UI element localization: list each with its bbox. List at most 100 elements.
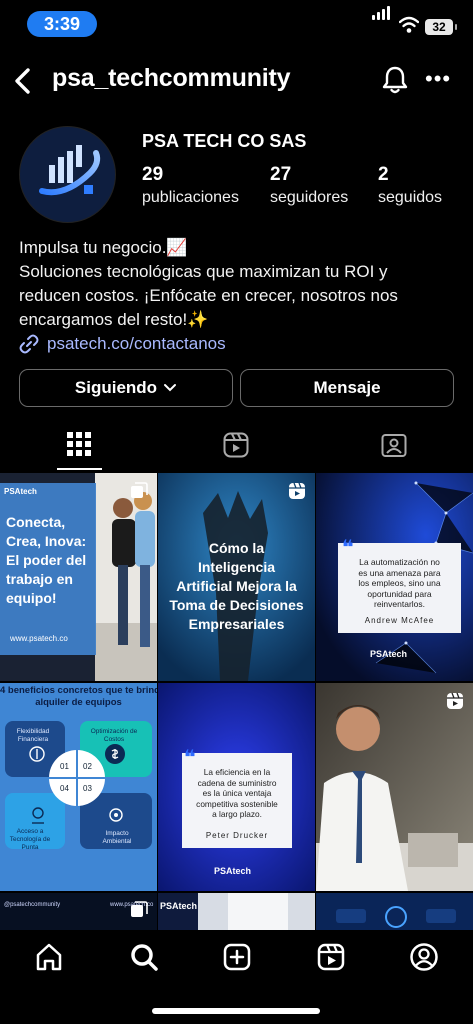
profile-display-name: PSA TECH CO SAS [142,131,307,151]
home-icon[interactable] [34,942,64,972]
active-tab-indicator [57,468,102,470]
search-icon[interactable] [129,942,159,972]
post-tile[interactable]: Cómo la Inteligencia Artificial Mejora l… [158,473,315,681]
benefit-number: 03 [83,784,92,793]
post-line: Crea, Inova: [6,533,87,549]
profile-link[interactable]: psatech.co/contactanos [19,333,226,355]
post-tile[interactable]: ❝ La automatización no es una amenaza pa… [316,473,473,681]
reels-icon[interactable] [316,942,346,972]
quote-line: a largo plazo. [212,809,262,819]
benefit-label: Impacto Ambiental [102,830,132,845]
chevron-down-icon [164,384,177,392]
quote-line: es una amenaza para [358,567,441,578]
quote-line: los empleos, sino una [358,578,441,588]
quote-line: La automatización no [359,557,440,567]
post-photo [316,683,473,891]
post-tile[interactable] [316,893,473,930]
message-button-label: Mensaje [313,378,381,397]
stat-posts-label: publicaciones [142,189,239,206]
post-line: Inteligencia [197,559,276,575]
post-url: www.psatech.co [10,634,68,643]
post-brand: PSAtech [160,901,198,911]
profile-tabs [0,418,473,472]
post-line: Empresariales [188,616,285,632]
stat-posts-count: 29 [142,164,164,185]
stat-following-label: seguidos [378,189,443,206]
link-icon [19,334,39,354]
post-line: Artificial Mejora la [176,578,297,594]
post-line: equipo! [6,590,57,606]
benefit-label: Flexibilidad Financiera [16,728,50,743]
benefit-number: 04 [60,784,69,793]
quote-author: Andrew McAfee [364,616,435,625]
profile-link-text[interactable]: psatech.co/contactanos [47,334,226,354]
money-hand-icon [29,746,45,762]
post-tile[interactable]: ❝ La eficiencia en la cadena de suminist… [158,683,315,891]
profile-icon[interactable] [409,942,439,972]
post-tile[interactable]: PSAtech [158,893,315,930]
post-photo [316,893,473,930]
profile-username: psa_techcommunity [52,64,291,92]
reel-icon [447,692,463,709]
following-button[interactable]: Siguiendo [19,369,233,407]
carousel-icon [131,901,148,917]
post-tile[interactable]: @psatechcommunity www.psatech.co [0,893,157,930]
create-post-icon[interactable] [222,942,252,972]
psa-logo-icon [39,145,101,196]
stat-followers-count: 27 [270,164,292,185]
home-indicator [152,1008,320,1014]
stat-following-count: 2 [378,164,389,185]
benefit-label: Acceso a Tecnología de Punta [9,828,51,851]
bottom-navigation [0,930,473,1024]
post-line: Toma de Decisiones [169,597,304,613]
notifications-bell-icon[interactable] [381,65,409,95]
profile-bio: Impulsa tu negocio.📈 Soluciones tecnológ… [19,236,459,332]
dollar-refresh-icon [105,744,125,764]
quote-line: es la única ventaja [202,788,272,798]
post-line: Conecta, [6,514,66,530]
quote-line: oportunidad para [367,588,432,599]
benefit-number: 02 [83,762,92,771]
quote-line: reinventarlos. [373,599,426,609]
post-line: trabajo en [6,571,73,587]
back-arrow-icon[interactable] [12,66,34,96]
post-line: El poder del [6,552,87,568]
benefit-number: 01 [60,762,69,771]
reel-icon [289,482,305,499]
battery-indicator: 32 [425,19,457,35]
following-button-label: Siguiendo [74,378,158,397]
eco-gear-icon [109,808,123,822]
tab-tagged-icon[interactable] [381,432,407,458]
post-line: Cómo la [208,540,265,556]
stat-following[interactable]: 2 seguidos [378,164,442,207]
quote-author: Peter Drucker [205,831,269,840]
tab-grid-icon[interactable] [67,432,91,456]
carousel-icon [131,482,148,498]
tech-globe-icon [32,807,44,824]
bio-line: encargamos del resto!✨ [19,310,209,329]
profile-header: psa_techcommunity ••• [0,60,473,104]
tab-reels-icon[interactable] [223,432,249,458]
stat-followers[interactable]: 27 seguidores [270,164,348,207]
quote-line: La eficiencia en la [203,767,271,777]
posts-grid: PSAtech Conecta, Crea, Inova: El poder d… [0,473,473,930]
post-line: alquiler de equipos [35,697,122,708]
message-button[interactable]: Mensaje [240,369,454,407]
stat-posts[interactable]: 29 publicaciones [142,164,239,207]
status-time: 3:39 [27,11,97,37]
post-brand: PSAtech [214,866,252,876]
more-options-icon[interactable]: ••• [425,66,451,92]
quote-line: competitiva sostenible [196,798,278,809]
status-bar: 3:39 32 [0,0,473,46]
post-brand: PSAtech [370,649,408,659]
quote-line: cadena de suministro [197,777,277,788]
post-tile[interactable]: PSAtech Conecta, Crea, Inova: El poder d… [0,473,157,681]
stat-followers-label: seguidores [270,189,349,206]
profile-avatar[interactable] [19,126,116,223]
center-circle: 01 02 04 03 [49,750,105,806]
benefit-label: Optimización de Costos [90,728,138,743]
wifi-icon [399,16,419,33]
bio-line: Soluciones tecnológicas que maximizan tu… [19,262,388,281]
post-tile[interactable] [316,683,473,891]
post-tile[interactable]: 4 beneficios concretos que te brinda el … [0,683,157,891]
